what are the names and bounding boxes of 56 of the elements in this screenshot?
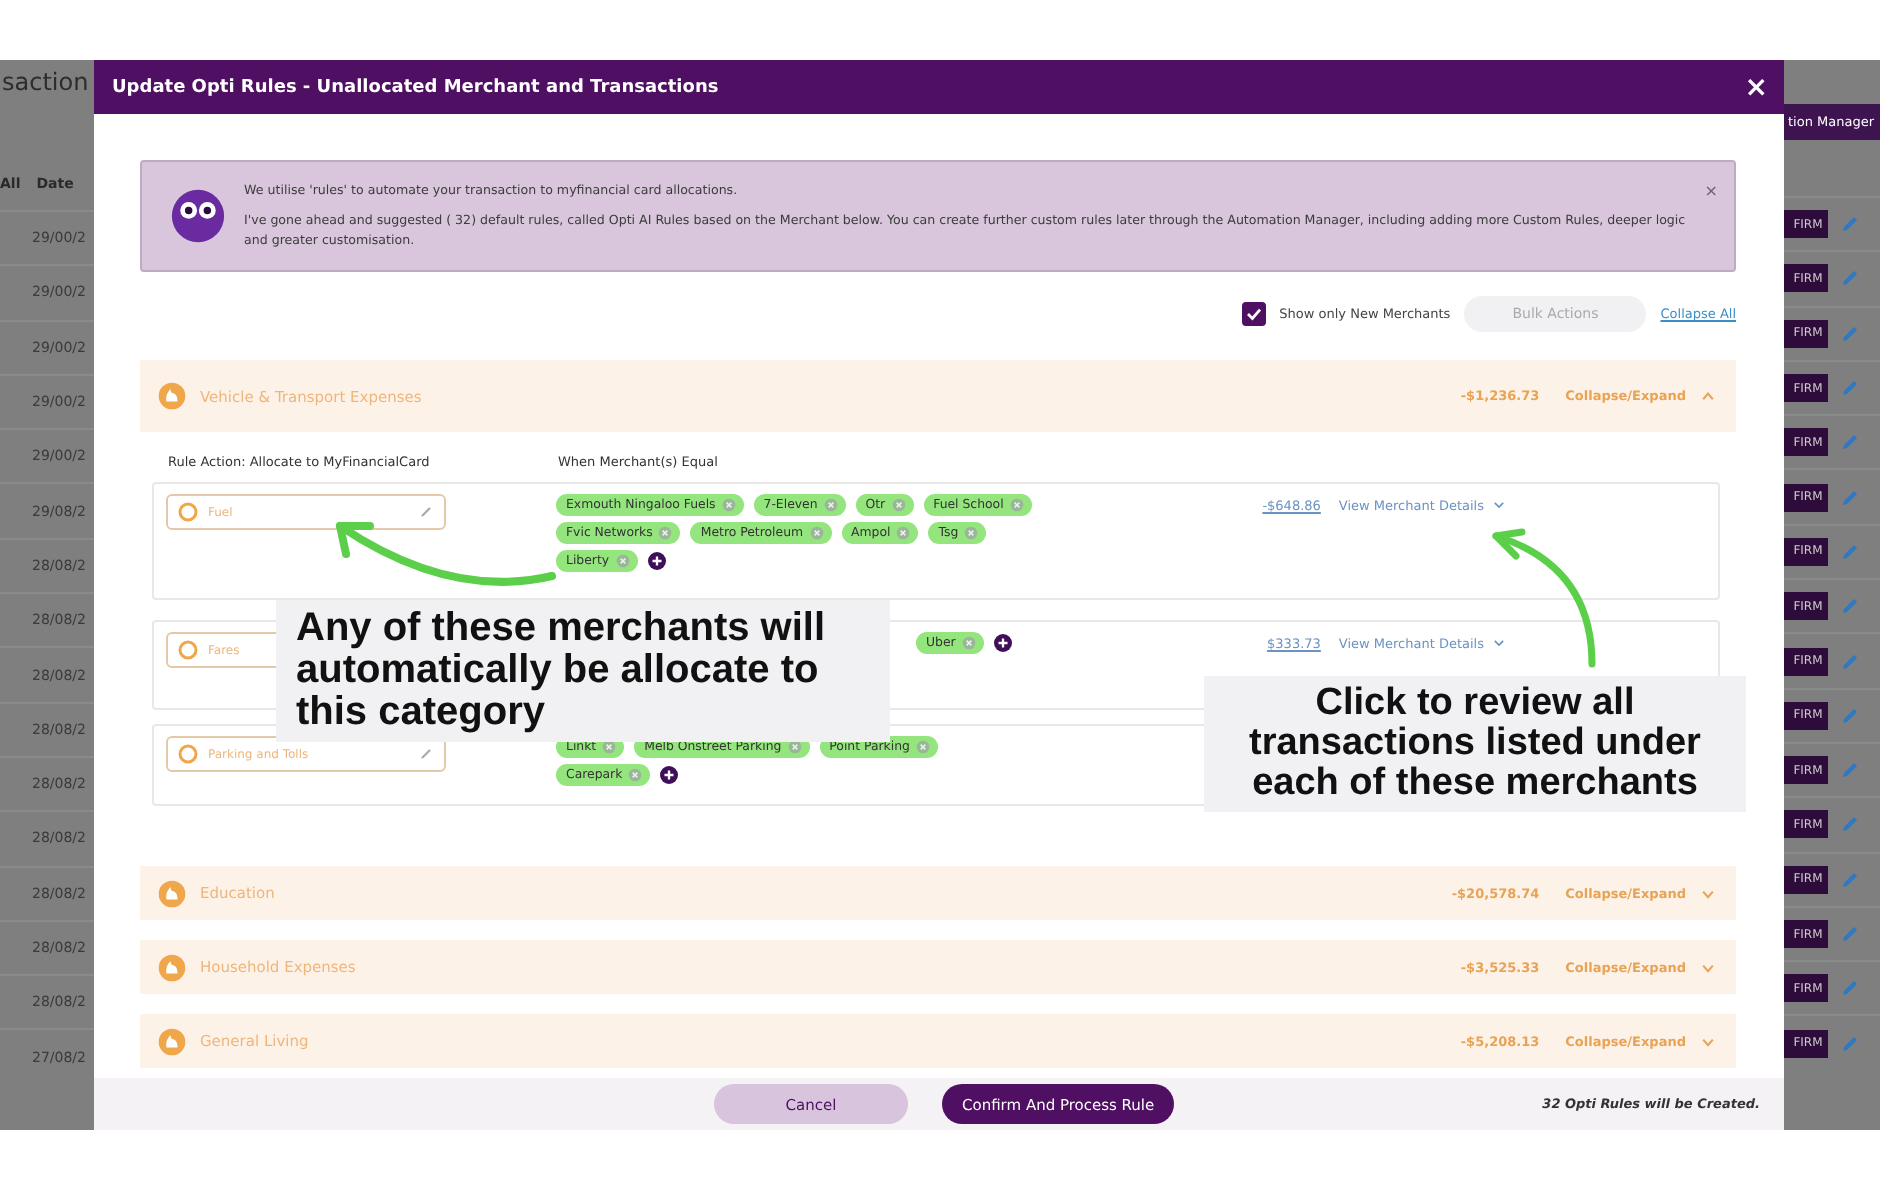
pencil-icon[interactable] [1840,760,1860,781]
page-title: saction [0,66,91,100]
pencil-icon[interactable] [1840,924,1860,944]
close-button[interactable]: × [1744,73,1768,101]
category-icon [178,640,198,661]
pencil-icon[interactable] [1840,214,1860,235]
pencil-icon[interactable] [1840,378,1860,399]
category-icon [178,744,198,765]
remove-icon[interactable] [896,526,911,541]
chevron-icon[interactable] [1700,388,1716,405]
remove-icon[interactable] [602,740,617,755]
add-icon[interactable] [660,766,679,785]
add-icon[interactable] [647,552,666,571]
emoji-icon [170,188,226,245]
remove-icon[interactable] [721,498,736,513]
checkbox[interactable] [1241,302,1266,327]
annotation-tooltip: Click to review all transactions listed under each of these merchants [1204,676,1746,812]
remove-icon[interactable] [809,526,824,541]
chevron-icon [1492,498,1506,513]
annotation-tooltip: Any of these merchants will automatically be allocate to this category [276,600,890,742]
pencil-icon[interactable] [1840,814,1860,835]
chevron-icon[interactable] [1700,1033,1716,1050]
chevron-icon [1492,636,1506,651]
category-icon [158,1027,186,1056]
pencil-icon[interactable] [418,746,434,763]
remove-icon[interactable] [628,768,643,783]
remove-icon[interactable] [1009,498,1024,513]
pencil-icon[interactable] [1840,487,1860,508]
remove-icon[interactable] [615,554,630,569]
pencil-icon[interactable] [1840,978,1860,999]
pencil-icon[interactable] [1840,651,1860,672]
close-button[interactable]: × [1704,182,1718,200]
remove-icon[interactable] [658,526,673,541]
remove-icon[interactable] [964,526,979,541]
pencil-icon[interactable] [1840,869,1860,890]
remove-icon[interactable] [961,636,976,651]
category-icon [158,879,186,908]
pencil-icon[interactable] [1840,541,1860,562]
category-icon [158,953,186,982]
remove-icon[interactable] [891,498,906,513]
remove-icon[interactable] [787,740,802,755]
pencil-icon[interactable] [1840,705,1860,726]
modal-title: Update Opti Rules - Unallocated Merchant and Transactions [112,77,721,97]
remove-icon[interactable] [823,498,838,513]
category-icon [178,502,198,523]
add-icon[interactable] [993,634,1012,653]
pencil-icon[interactable] [1840,268,1860,289]
chevron-icon[interactable] [1700,959,1716,976]
chevron-icon[interactable] [1700,885,1716,902]
pencil-icon[interactable] [1840,1033,1860,1054]
category-icon [158,382,186,411]
pencil-icon[interactable] [1840,323,1860,344]
pencil-icon[interactable] [418,504,434,521]
remove-icon[interactable] [915,740,930,755]
pencil-icon[interactable] [1840,432,1860,453]
pencil-icon[interactable] [1840,596,1860,617]
